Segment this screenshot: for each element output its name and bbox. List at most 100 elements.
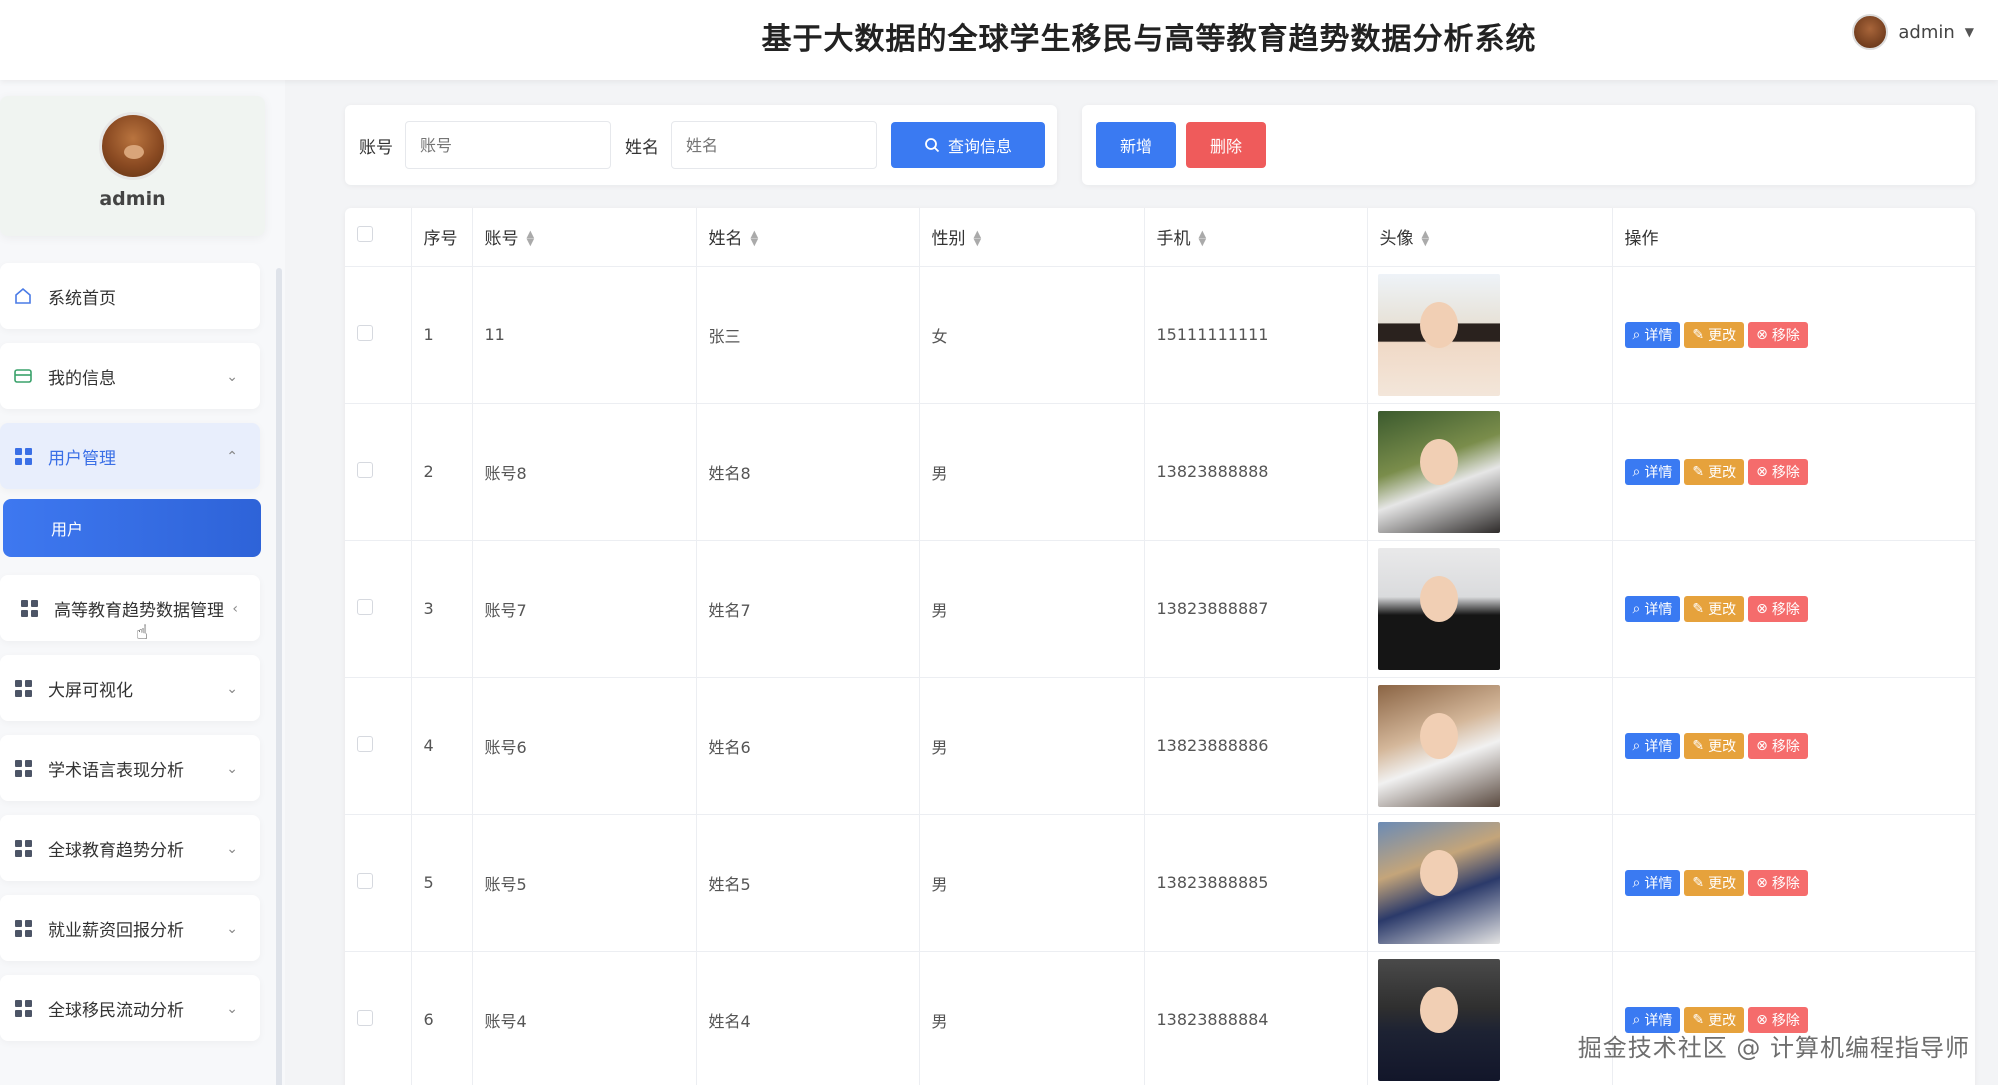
sidebar-item-education-trend-data[interactable]: 高等教育趋势数据管理 ‹: [0, 575, 260, 641]
top-header: 基于大数据的全球学生移民与高等教育趋势数据分析系统 admin ▼: [0, 0, 1998, 80]
username[interactable]: admin: [1898, 22, 1954, 43]
chevron-down-icon: ⌄: [226, 841, 238, 857]
close-circle-icon: ⊗: [1756, 874, 1768, 891]
edit-button[interactable]: ✎ 更改: [1684, 869, 1745, 896]
row-select-cell[interactable]: [345, 677, 412, 815]
edit-button[interactable]: ✎ 更改: [1684, 595, 1745, 622]
search-icon: ⌕: [1632, 737, 1641, 754]
column-header-gender[interactable]: 性别 ▲ ▼: [919, 208, 1145, 267]
account-search-input[interactable]: [405, 121, 611, 169]
row-checkbox[interactable]: [357, 324, 373, 341]
profile-card: admin: [0, 96, 265, 236]
avatar-photo[interactable]: [1377, 273, 1500, 396]
avatar-photo[interactable]: [1377, 547, 1500, 670]
chevron-down-icon: ⌄: [226, 761, 238, 777]
row-checkbox[interactable]: [357, 872, 373, 889]
edit-button[interactable]: ✎ 更改: [1684, 458, 1745, 485]
detail-button[interactable]: ⌕ 详情: [1624, 595, 1681, 622]
sidebar-item-big-screen[interactable]: 大屏可视化 ⌄: [0, 655, 260, 721]
add-button[interactable]: 新增: [1096, 122, 1176, 168]
sort-icon[interactable]: ▲ ▼: [527, 230, 535, 248]
sidebar-item-user-management[interactable]: 用户管理 ⌃: [0, 423, 260, 489]
account-label: 账号: [359, 137, 393, 158]
query-button[interactable]: 查询信息: [891, 122, 1045, 168]
sidebar-item-global-education-trend[interactable]: 全球教育趋势分析 ⌄: [0, 815, 260, 881]
select-all-checkbox[interactable]: [357, 226, 373, 243]
sort-icon[interactable]: ▲ ▼: [1199, 230, 1207, 248]
detail-button[interactable]: ⌕ 详情: [1624, 869, 1681, 896]
close-circle-icon: ⊗: [1756, 737, 1768, 754]
select-all-cell[interactable]: [345, 208, 412, 267]
avatar[interactable]: [1852, 14, 1889, 50]
sidebar-item-migration-flow[interactable]: 全球移民流动分析 ⌄: [0, 975, 260, 1041]
remove-button[interactable]: ⊗ 移除: [1748, 458, 1808, 485]
name-cell: 张三: [696, 266, 920, 404]
row-select-cell[interactable]: [345, 540, 412, 678]
close-circle-icon: ⊗: [1756, 463, 1768, 480]
row-checkbox[interactable]: [357, 735, 373, 752]
row-checkbox[interactable]: [357, 461, 373, 478]
chevron-up-icon: ⌃: [226, 449, 238, 465]
column-header-phone[interactable]: 手机 ▲ ▼: [1144, 208, 1368, 267]
grid-icon: [12, 837, 34, 859]
caret-down-icon[interactable]: ▼: [1965, 25, 1974, 39]
column-header-account[interactable]: 账号 ▲ ▼: [472, 208, 697, 267]
search-icon: ⌕: [1632, 1011, 1641, 1028]
sidebar-item-home[interactable]: 系统首页: [0, 263, 260, 329]
edit-button[interactable]: ✎ 更改: [1684, 732, 1745, 759]
sidebar-scrollbar[interactable]: [276, 268, 282, 1085]
table-row: 3 账号7 姓名7 男 13823888887 ⌕ 详情 ✎ 更改 ⊗ 移除: [345, 540, 1975, 678]
sidebar-item-label: 全球教育趋势分析: [48, 840, 184, 861]
row-select-cell[interactable]: [345, 266, 412, 404]
avatar-photo[interactable]: [1377, 821, 1500, 944]
name-cell: 姓名6: [696, 677, 920, 815]
detail-button[interactable]: ⌕ 详情: [1624, 458, 1681, 485]
index-cell: 4: [411, 677, 473, 815]
sidebar-item-my-info[interactable]: 我的信息 ⌄: [0, 343, 260, 409]
account-cell: 账号8: [472, 403, 697, 541]
sort-icon[interactable]: ▲ ▼: [1422, 230, 1430, 248]
remove-button[interactable]: ⊗ 移除: [1748, 869, 1808, 896]
column-header-avatar[interactable]: 头像 ▲ ▼: [1367, 208, 1613, 267]
row-select-cell[interactable]: [345, 403, 412, 541]
grid-icon: [12, 997, 34, 1019]
phone-cell: 13823888884: [1144, 951, 1368, 1085]
avatar-photo[interactable]: [1377, 410, 1500, 533]
account-cell: 11: [472, 266, 697, 404]
actions-cell: ⌕ 详情 ✎ 更改 ⊗ 移除: [1612, 814, 1975, 952]
account-cell: 账号6: [472, 677, 697, 815]
edit-button[interactable]: ✎ 更改: [1684, 321, 1745, 348]
chevron-down-icon: ⌄: [226, 921, 238, 937]
name-search-input[interactable]: [671, 121, 877, 169]
sidebar-subitem-user[interactable]: 用户: [3, 499, 261, 557]
column-header-name[interactable]: 姓名 ▲ ▼: [696, 208, 920, 267]
sort-icon[interactable]: ▲ ▼: [974, 230, 982, 248]
close-circle-icon: ⊗: [1756, 600, 1768, 617]
delete-button[interactable]: 删除: [1186, 122, 1266, 168]
detail-button[interactable]: ⌕ 详情: [1624, 321, 1681, 348]
remove-button[interactable]: ⊗ 移除: [1748, 321, 1808, 348]
sort-icon[interactable]: ▲ ▼: [751, 230, 759, 248]
avatar-face: [1419, 438, 1458, 485]
detail-button[interactable]: ⌕ 详情: [1624, 732, 1681, 759]
row-select-cell[interactable]: [345, 814, 412, 952]
row-select-cell[interactable]: [345, 951, 412, 1085]
sidebar-item-academic-language[interactable]: 学术语言表现分析 ⌄: [0, 735, 260, 801]
name-label: 姓名: [625, 137, 659, 158]
avatar-cell: [1367, 540, 1613, 678]
sidebar-item-employment-salary[interactable]: 就业薪资回报分析 ⌄: [0, 895, 260, 961]
phone-cell: 13823888888: [1144, 403, 1368, 541]
remove-button[interactable]: ⊗ 移除: [1748, 732, 1808, 759]
remove-button[interactable]: ⊗ 移除: [1748, 595, 1808, 622]
table-row: 6 账号4 姓名4 男 13823888884 ⌕ 详情 ✎ 更改 ⊗ 移除: [345, 951, 1975, 1085]
table-row: 2 账号8 姓名8 男 13823888888 ⌕ 详情 ✎ 更改 ⊗ 移除: [345, 403, 1975, 541]
avatar-cell: [1367, 951, 1613, 1085]
avatar-photo[interactable]: [1377, 684, 1500, 807]
avatar-photo[interactable]: [1377, 958, 1500, 1081]
table-row: 5 账号5 姓名5 男 13823888885 ⌕ 详情 ✎ 更改 ⊗ 移除: [345, 814, 1975, 952]
grid-icon: [12, 677, 34, 699]
search-icon: ⌕: [1632, 326, 1641, 343]
user-menu[interactable]: admin ▼: [1852, 14, 1974, 50]
row-checkbox[interactable]: [357, 598, 373, 615]
row-checkbox[interactable]: [357, 1009, 373, 1026]
